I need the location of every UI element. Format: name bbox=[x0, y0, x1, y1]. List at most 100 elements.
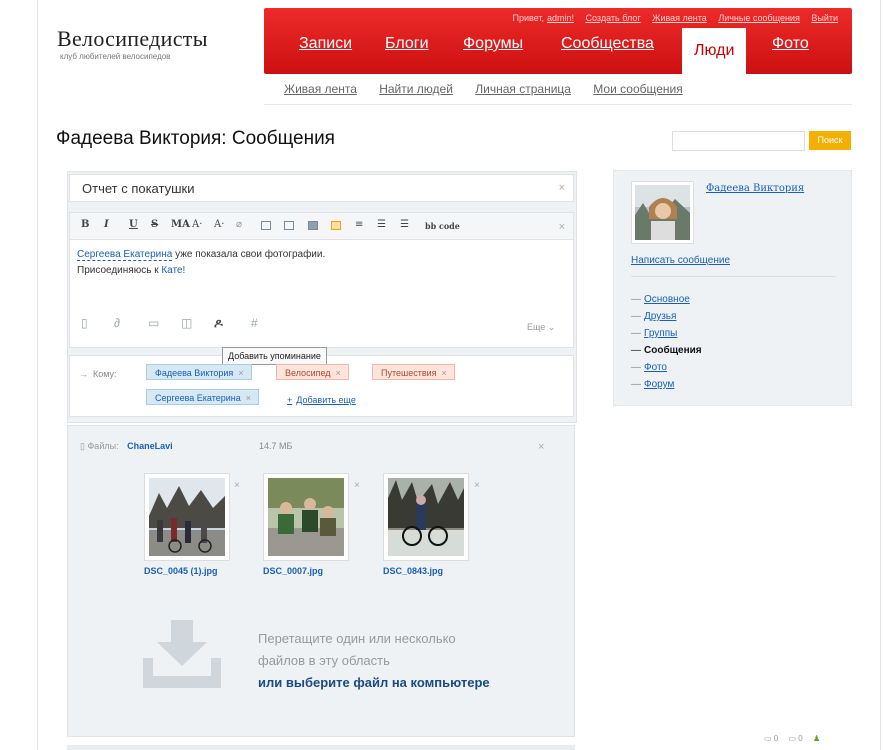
photo-thumbnail-1 bbox=[149, 478, 225, 556]
file-thumbnail[interactable] bbox=[144, 473, 230, 561]
footer-strip bbox=[67, 745, 575, 750]
menu-item-main[interactable]: — Основное bbox=[631, 291, 702, 308]
remove-chip-icon[interactable]: × bbox=[238, 368, 243, 378]
menu-item-photo[interactable]: — Фото bbox=[631, 359, 702, 376]
search-input[interactable] bbox=[672, 131, 805, 151]
remove-chip-icon[interactable]: × bbox=[336, 368, 341, 378]
underline-icon[interactable]: U bbox=[129, 219, 138, 230]
recipient-chip[interactable]: Велосипед × bbox=[276, 364, 349, 380]
photo-thumbnail-3 bbox=[388, 478, 464, 556]
menu-label: Друзья bbox=[644, 311, 677, 322]
subnav-my-messages[interactable]: Мои сообщения bbox=[593, 82, 682, 96]
body-line-1: Сергеева Екатерина уже показала свои фот… bbox=[77, 249, 326, 261]
font-shrink-icon[interactable]: A· bbox=[214, 219, 224, 230]
mention-link[interactable]: Сергеева Екатерина bbox=[77, 249, 173, 261]
avatar[interactable] bbox=[631, 181, 694, 244]
subject-input[interactable]: Отчет с покатушки × bbox=[69, 174, 574, 202]
unordered-list-icon[interactable]: ☰ bbox=[400, 219, 409, 230]
color-icon[interactable] bbox=[331, 221, 341, 230]
remove-file-icon[interactable]: × bbox=[234, 480, 240, 491]
video-icon[interactable]: ◫ bbox=[181, 316, 192, 330]
profile-menu: — Основное — Друзья — Группы — Сообщения — Фо… bbox=[631, 291, 702, 393]
body-text-1: уже показала свои фотографии. bbox=[172, 249, 326, 260]
remove-chip-icon[interactable]: × bbox=[442, 368, 447, 378]
nav-blogs[interactable]: Блоги bbox=[385, 35, 429, 53]
table-icon[interactable] bbox=[261, 221, 271, 230]
files-owner-link[interactable]: ChaneLavi bbox=[127, 441, 173, 451]
site-logo-subtitle: клуб любителей велосипедов bbox=[60, 52, 171, 61]
file-thumbnail[interactable] bbox=[263, 473, 349, 561]
bold-icon[interactable]: B bbox=[81, 219, 89, 230]
eraser-icon[interactable]: ⌀ bbox=[236, 219, 242, 230]
subnav-live-feed[interactable]: Живая лента bbox=[284, 82, 357, 96]
mention-user-icon[interactable]: ዶ bbox=[214, 316, 223, 331]
user-link[interactable]: admin! bbox=[547, 13, 574, 23]
file-name[interactable]: DSC_0843.jpg bbox=[383, 566, 443, 576]
font-size-icon[interactable]: MA bbox=[171, 219, 190, 230]
close-toolbar-icon[interactable]: × bbox=[559, 221, 565, 233]
write-message-link[interactable]: Написать сообщение bbox=[631, 255, 730, 266]
menu-item-friends[interactable]: — Друзья bbox=[631, 308, 702, 325]
file-thumbnail[interactable] bbox=[383, 473, 469, 561]
italic-icon[interactable]: I bbox=[104, 219, 109, 230]
message-body[interactable]: Сергеева Екатерина уже показала свои фот… bbox=[69, 240, 574, 348]
add-recipient-link[interactable]: + Добавить еще bbox=[287, 395, 356, 405]
greeting-text: Привет, bbox=[512, 13, 544, 23]
page-title: Фадеева Виктория: Сообщения bbox=[56, 128, 335, 149]
image-insert-icon[interactable]: ▭ bbox=[148, 316, 159, 330]
recipient-chip[interactable]: Фадеева Виктория × bbox=[146, 364, 252, 380]
subnav-personal-page[interactable]: Личная страница bbox=[475, 82, 571, 96]
recipient-chip[interactable]: Сергеева Екатерина × bbox=[146, 389, 260, 405]
strike-icon[interactable]: S bbox=[151, 219, 158, 230]
user-links: Привет, admin! Создать блог Живая лента Л… bbox=[503, 13, 838, 23]
mention-tooltip: Добавить упоминание bbox=[222, 347, 327, 365]
drop-line-2: файлов в эту область bbox=[258, 653, 390, 668]
menu-label: Группы bbox=[644, 328, 678, 339]
bottom-status-bar: ▭ 0 ▭ 0 ♟ bbox=[764, 734, 820, 743]
menu-item-groups[interactable]: — Группы bbox=[631, 325, 702, 342]
remove-chip-icon[interactable]: × bbox=[246, 393, 251, 403]
remove-file-icon[interactable]: × bbox=[354, 480, 360, 491]
create-blog-link[interactable]: Создать блог bbox=[586, 13, 641, 23]
menu-item-forum[interactable]: — Форум bbox=[631, 376, 702, 393]
image-icon[interactable] bbox=[308, 221, 318, 230]
profile-name-link[interactable]: Фадеева Виктория bbox=[706, 183, 804, 194]
site-logo-title[interactable]: Велосипедисты bbox=[57, 26, 208, 52]
logout-link[interactable]: Выйти bbox=[811, 13, 838, 23]
menu-item-messages[interactable]: — Сообщения bbox=[631, 342, 702, 359]
code-icon[interactable] bbox=[284, 221, 294, 230]
hashtag-icon[interactable]: # bbox=[251, 316, 258, 330]
subnav-find-people[interactable]: Найти людей bbox=[379, 82, 453, 96]
file-name[interactable]: DSC_0007.jpg bbox=[263, 566, 323, 576]
counter-icon-2: ▭ bbox=[788, 734, 797, 743]
more-dropdown[interactable]: Еще ⌄ bbox=[527, 322, 555, 333]
attach-file-icon[interactable]: ▯ bbox=[81, 316, 88, 330]
live-feed-link[interactable]: Живая лента bbox=[652, 13, 707, 23]
file-name[interactable]: DSC_0045 (1).jpg bbox=[144, 566, 218, 576]
recipient-name: Путешествия bbox=[381, 368, 437, 378]
close-files-icon[interactable]: × bbox=[538, 441, 544, 453]
font-grow-icon[interactable]: A· bbox=[192, 219, 202, 230]
clear-subject-icon[interactable]: × bbox=[559, 182, 565, 194]
to-label: → Кому: bbox=[79, 369, 117, 379]
search-button[interactable]: Поиск bbox=[809, 131, 851, 150]
files-dropzone[interactable] bbox=[67, 425, 575, 737]
remove-file-icon[interactable]: × bbox=[474, 480, 480, 491]
private-messages-link[interactable]: Личные сообщения bbox=[718, 13, 800, 23]
nav-people[interactable]: Люди bbox=[682, 28, 747, 74]
nav-photo[interactable]: Фото bbox=[772, 35, 809, 53]
choose-file-link[interactable]: или выберите файл на компьютере bbox=[258, 675, 490, 690]
user-online-icon[interactable]: ♟ bbox=[813, 734, 820, 743]
kate-link[interactable]: Кате! bbox=[161, 265, 185, 276]
counter-1: 0 bbox=[773, 734, 779, 743]
nav-posts[interactable]: Записи bbox=[299, 35, 352, 53]
upload-drop-icon bbox=[143, 620, 221, 688]
align-icon[interactable]: ≡ bbox=[355, 219, 363, 230]
nav-forums[interactable]: Форумы bbox=[463, 35, 523, 53]
bbcode-toggle[interactable]: bb code bbox=[425, 221, 460, 231]
link-icon[interactable]: ∂ bbox=[114, 316, 120, 330]
nav-communities[interactable]: Сообщества bbox=[561, 35, 654, 53]
recipient-chip[interactable]: Путешествия × bbox=[372, 364, 455, 380]
recipient-name: Велосипед bbox=[285, 368, 331, 378]
ordered-list-icon[interactable]: ☰ bbox=[377, 219, 386, 230]
